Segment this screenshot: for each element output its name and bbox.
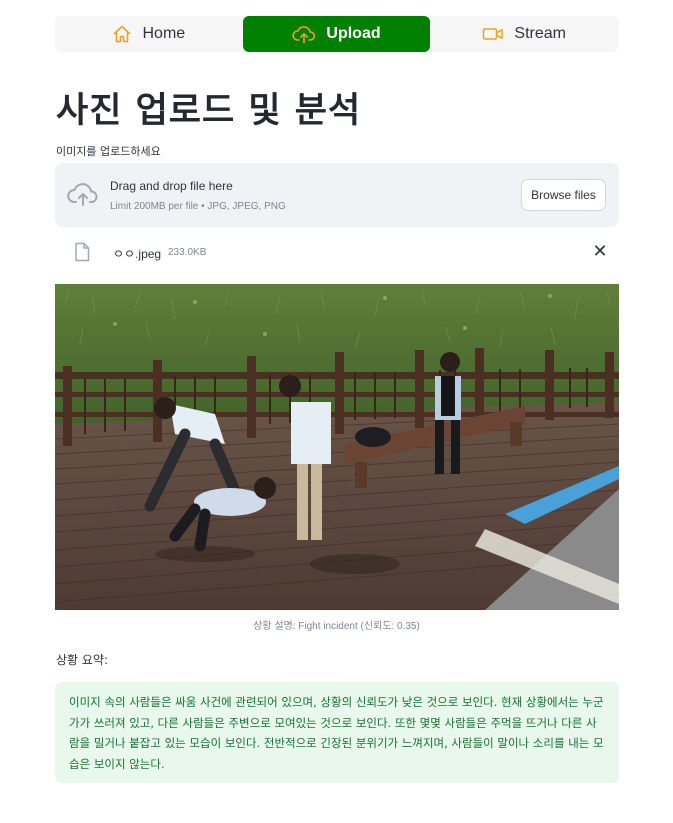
uploaded-image [55, 284, 619, 610]
file-size: 233.0KB [168, 247, 207, 258]
nav-home-label: Home [142, 25, 186, 42]
nav-upload[interactable]: Upload [242, 16, 431, 52]
cloud-upload-icon [292, 26, 316, 44]
home-icon [113, 25, 132, 43]
image-caption: 상황 설명: Fight incident (신뢰도: 0.35) [253, 621, 420, 632]
upload-label: 이미지를 업로드하세요 [56, 145, 161, 158]
page-title: 사진 업로드 및 분석 [56, 91, 362, 131]
file-dropzone[interactable]: Drag and drop file here Limit 200MB per … [55, 163, 619, 227]
summary-label: 상황 요약: [56, 653, 109, 667]
summary-text: 이미지 속의 사람들은 싸움 사건에 관련되어 있으며, 상황의 신뢰도가 낮은… [69, 695, 604, 771]
uploaded-file: ㅇㅇ.jpeg 233.0KB ✕ [55, 236, 619, 268]
dropzone-instructions: Drag and drop file here [110, 179, 233, 193]
summary-alert: 이미지 속의 사람들은 싸움 사건에 관련되어 있으며, 상황의 신뢰도가 낮은… [55, 682, 619, 783]
file-name: ㅇㅇ.jpeg [113, 247, 162, 261]
video-camera-icon [483, 28, 504, 40]
cloud-upload-icon [67, 183, 98, 206]
nav-stream[interactable]: Stream [430, 16, 618, 52]
browse-files-button[interactable]: Browse files [521, 179, 606, 211]
dropzone-limit: Limit 200MB per file • JPG, JPEG, PNG [110, 201, 286, 212]
nav-home[interactable]: Home [55, 16, 243, 52]
close-icon[interactable]: ✕ [590, 241, 610, 262]
nav-stream-label: Stream [514, 25, 566, 42]
nav-upload-label: Upload [326, 25, 381, 42]
nav-menu: Home Upload Stream [55, 16, 618, 52]
file-icon [75, 242, 90, 262]
